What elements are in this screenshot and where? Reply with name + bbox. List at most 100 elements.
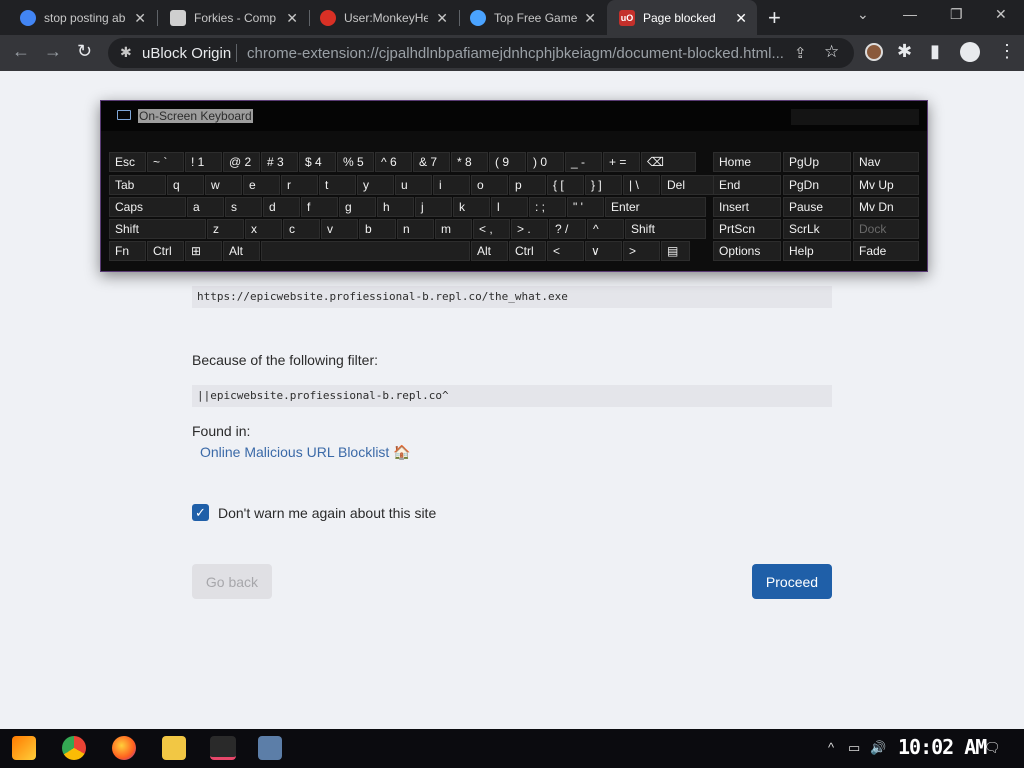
tab-3-close-icon[interactable]: ✕ (436, 10, 448, 27)
osk-nav-key[interactable]: Nav (853, 152, 919, 172)
osk-key[interactable]: Tab (109, 175, 166, 195)
filter-list-link[interactable]: Online Malicious URL Blocklist 🏠 (200, 444, 411, 461)
osk-key[interactable]: " ' (567, 197, 604, 217)
go-back-button[interactable]: Go back (192, 564, 272, 599)
osk-nav-key[interactable]: Dock (853, 219, 919, 239)
osk-key[interactable]: < (547, 241, 584, 261)
tab-4[interactable]: Top Free Game ✕ (458, 0, 606, 35)
osk-key[interactable]: o (471, 175, 508, 195)
osk-key[interactable]: n (397, 219, 434, 239)
address-bar[interactable]: ✱ uBlock Origin chrome-extension://cjpal… (108, 38, 854, 68)
bookmark-star-icon[interactable]: ☆ (824, 42, 839, 62)
osk-nav-key[interactable]: Help (783, 241, 851, 261)
osk-key[interactable]: > (623, 241, 660, 261)
osk-key[interactable]: j (415, 197, 452, 217)
side-panel-icon[interactable]: ▮ (930, 41, 940, 62)
osk-key[interactable]: & 7 (413, 152, 450, 172)
osk-key[interactable]: + = (603, 152, 640, 172)
osk-key[interactable]: ⌫ (641, 152, 696, 172)
osk-nav-key[interactable]: Mv Up (853, 175, 919, 195)
osk-nav-key[interactable]: Options (713, 241, 781, 261)
volume-icon[interactable]: 🔊 (870, 740, 886, 756)
osk-nav-key[interactable]: Fade (853, 241, 919, 261)
osk-key[interactable]: Alt (223, 241, 260, 261)
notifications-icon[interactable]: 🗨 (984, 740, 1001, 756)
osk-titlebar[interactable]: On-Screen Keyboard (101, 101, 927, 131)
osk-nav-key[interactable]: PgUp (783, 152, 851, 172)
osk-key[interactable]: ^ (587, 219, 624, 239)
osk-key[interactable]: k (453, 197, 490, 217)
network-icon[interactable]: ▭ (848, 740, 860, 756)
osk-key[interactable]: _ - (565, 152, 602, 172)
osk-nav-key[interactable]: PrtScn (713, 219, 781, 239)
osk-key[interactable]: l (491, 197, 528, 217)
osk-key[interactable]: g (339, 197, 376, 217)
osk-key[interactable]: r (281, 175, 318, 195)
osk-key[interactable]: ^ 6 (375, 152, 412, 172)
minimize-button[interactable]: — (903, 6, 917, 22)
tab-2[interactable]: Forkies - Comp ✕ (158, 0, 308, 35)
osk-key[interactable]: d (263, 197, 300, 217)
menu-icon[interactable]: ⋮ (998, 41, 1016, 62)
forward-icon[interactable]: → (44, 41, 62, 62)
osk-nav-key[interactable]: ScrLk (783, 219, 851, 239)
osk-key[interactable]: ? / (549, 219, 586, 239)
osk-key[interactable]: p (509, 175, 546, 195)
restore-button[interactable]: ❐ (950, 6, 963, 23)
osk-key[interactable]: } ] (585, 175, 622, 195)
osk-key[interactable] (261, 241, 470, 261)
osk-key[interactable]: Esc (109, 152, 146, 172)
firefox-icon[interactable] (112, 736, 136, 760)
osk-key[interactable]: ~ ` (147, 152, 184, 172)
osk-key[interactable]: { [ (547, 175, 584, 195)
osk-key[interactable]: ( 9 (489, 152, 526, 172)
reload-icon[interactable]: ↻ (77, 41, 92, 62)
tab-1-close-icon[interactable]: ✕ (134, 10, 146, 27)
osk-key[interactable]: Fn (109, 241, 146, 261)
extensions-icon[interactable]: ✱ (897, 41, 912, 62)
osk-key[interactable]: a (187, 197, 224, 217)
osk-key[interactable]: Alt (471, 241, 508, 261)
osk-key[interactable]: # 3 (261, 152, 298, 172)
tab-search-icon[interactable]: ⌄ (857, 6, 869, 23)
osk-key[interactable]: t (319, 175, 356, 195)
osk-key[interactable]: e (243, 175, 280, 195)
osk-key[interactable]: Enter (605, 197, 706, 217)
osk-nav-key[interactable]: Insert (713, 197, 781, 217)
osk-key[interactable]: ! 1 (185, 152, 222, 172)
tab-page-blocked[interactable]: uO Page blocked ✕ (607, 0, 757, 35)
osk-key[interactable]: w (205, 175, 242, 195)
osk-key[interactable]: f (301, 197, 338, 217)
osk-key[interactable]: u (395, 175, 432, 195)
tab-4-close-icon[interactable]: ✕ (584, 10, 596, 27)
osk-key[interactable]: ▤ (661, 241, 690, 261)
tray-caret-icon[interactable]: ^ (828, 740, 834, 755)
osk-key[interactable]: ) 0 (527, 152, 564, 172)
back-icon[interactable]: ← (12, 41, 30, 62)
osk-nav-key[interactable]: PgDn (783, 175, 851, 195)
share-icon[interactable]: ⇪ (794, 44, 807, 62)
proceed-button[interactable]: Proceed (752, 564, 832, 599)
osk-key[interactable]: * 8 (451, 152, 488, 172)
osk-key[interactable]: Ctrl (147, 241, 184, 261)
osk-key[interactable]: i (433, 175, 470, 195)
osk-key[interactable]: | \ (623, 175, 660, 195)
osk-key[interactable]: < , (473, 219, 510, 239)
osk-key[interactable]: Shift (109, 219, 206, 239)
tab-1[interactable]: stop posting ab ✕ (8, 0, 156, 35)
address-url[interactable]: chrome-extension://cjpalhdlnbpafiamejdnh… (247, 45, 787, 62)
osk-nav-key[interactable]: End (713, 175, 781, 195)
osk-key[interactable]: % 5 (337, 152, 374, 172)
osk-key[interactable]: c (283, 219, 320, 239)
osk-window-controls[interactable] (791, 109, 919, 125)
osk-key[interactable]: x (245, 219, 282, 239)
file-explorer-icon[interactable] (162, 736, 186, 760)
osk-key[interactable]: : ; (529, 197, 566, 217)
osk-key[interactable]: @ 2 (223, 152, 260, 172)
osk-key[interactable]: q (167, 175, 204, 195)
account-avatar[interactable] (960, 42, 980, 62)
clock[interactable]: 10:02 AM (898, 735, 987, 759)
osk-key[interactable]: $ 4 (299, 152, 336, 172)
tab-2-close-icon[interactable]: ✕ (286, 10, 298, 27)
remote-desktop-icon[interactable] (258, 736, 282, 760)
